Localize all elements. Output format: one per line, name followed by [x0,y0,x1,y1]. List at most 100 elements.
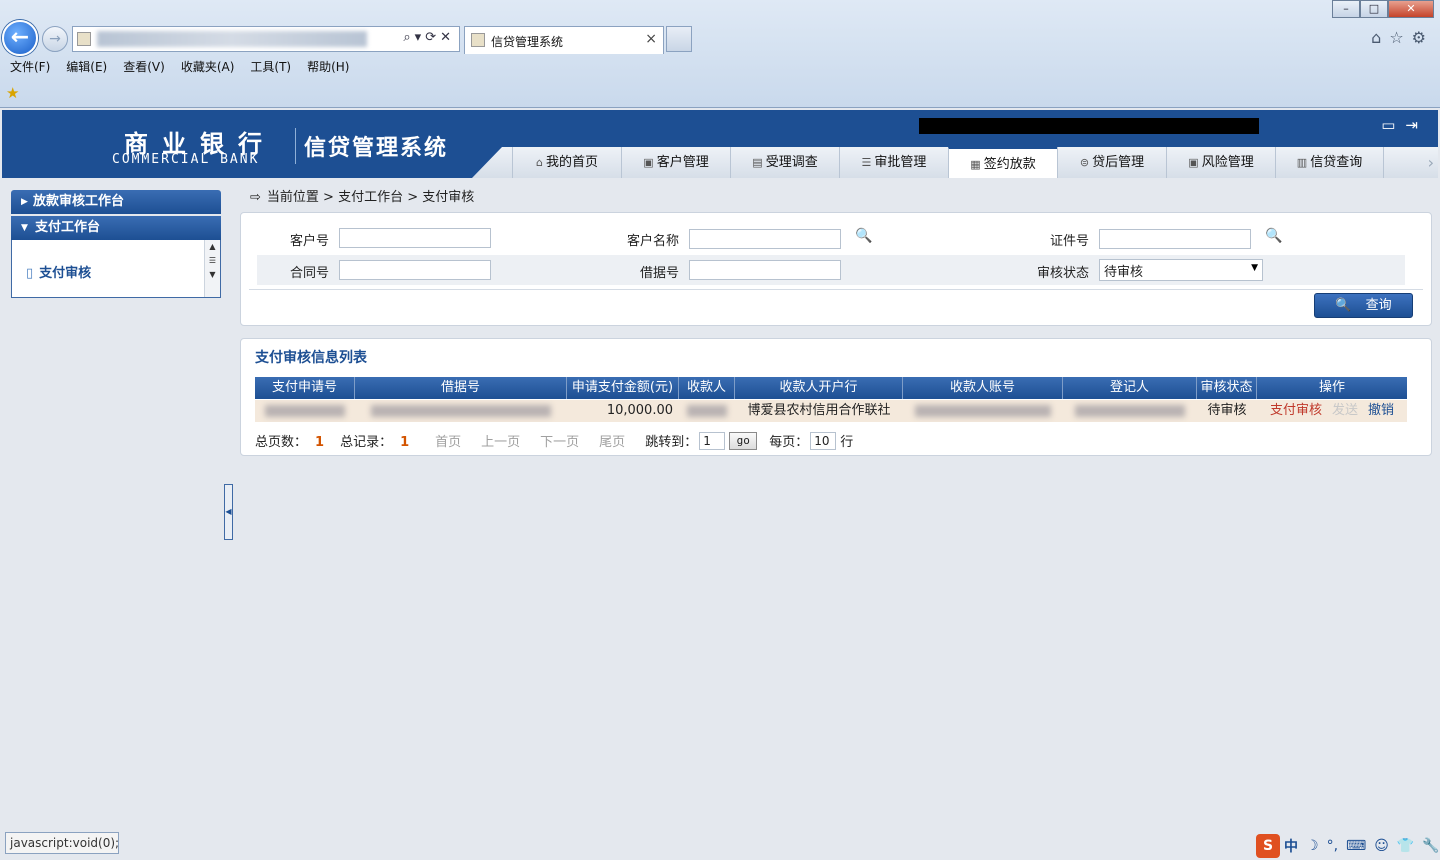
forward-button[interactable]: → [42,26,68,52]
ime-toolbar: S 中 ☽ °, ⌨ ☺ 👕 🔧 [1256,834,1440,858]
punctuation-icon[interactable]: °, [1327,838,1338,854]
query-icon: ▥ [1296,156,1308,169]
col-status: 审核状态 [1197,377,1257,399]
menu-view[interactable]: 查看(V) [123,58,165,78]
customer-no-label: 客户号 [289,234,329,249]
sogou-ime-icon[interactable]: S [1256,834,1280,858]
favorites-bar-icon[interactable]: ★ [6,84,19,102]
user-icon[interactable]: ☺ [1374,838,1389,854]
nav-signing-label: 签约放款 [983,157,1036,172]
nav-postloan[interactable]: ⊜ 贷后管理 [1057,147,1166,178]
first-page-link[interactable]: 首页 [435,431,461,450]
new-tab-button[interactable] [666,26,692,52]
redacted-user-info [919,118,1259,134]
prev-page-link[interactable]: 上一页 [481,431,520,450]
nav-query-label: 信贷查询 [1310,155,1363,170]
nav-scroll-right-icon[interactable]: › [1428,153,1434,172]
address-bar[interactable]: ⌕▾⟳✕ [72,26,460,52]
home-icon: ⌂ [536,156,543,169]
go-button[interactable]: go [729,431,758,450]
col-amount: 申请支付金额(元) [567,377,679,399]
shirt-icon[interactable]: 👕 [1397,838,1414,854]
favorites-star-icon[interactable]: ☆ [1389,28,1411,47]
pager: 总页数： 1 总记录： 1 首页 上一页 下一页 尾页 跳转到： 1 go 每页： … [255,431,861,450]
cell-payee-bank: 博爱县农村信用合作联社 [747,403,891,418]
nav-postloan-label: 贷后管理 [1092,155,1145,170]
col-loan-no: 借据号 [355,377,567,399]
next-page-link[interactable]: 下一页 [540,431,579,450]
sidebar-scrollbar[interactable]: ▲ ☰ ▼ [204,240,220,297]
wrench-icon[interactable]: 🔧 [1422,838,1439,854]
page-favicon-icon [77,32,91,46]
id-no-label: 证件号 [1049,234,1089,249]
action-review-link[interactable]: 支付审核 [1270,403,1322,418]
search-customer-icon[interactable]: 🔍 [855,228,872,244]
home-icon[interactable]: ⌂ [1371,28,1389,47]
redacted-value [1075,404,1185,417]
gear-icon[interactable]: ⚙ [1412,28,1434,47]
close-window-button[interactable]: ✕ [1388,0,1434,18]
nav-customer[interactable]: ▣ 客户管理 [621,147,730,178]
nav-home-label: 我的首页 [545,155,598,170]
nav-risk[interactable]: ▣ 风险管理 [1166,147,1275,178]
customer-no-input[interactable] [339,228,491,248]
keyboard-icon[interactable]: ⌨ [1346,838,1366,854]
sidebar-item-payment-review[interactable]: ▯ 支付审核 [26,262,91,281]
sidebar-group-payment[interactable]: ▼ 支付工作台 [11,216,221,240]
search-panel: 客户号 客户名称 🔍 证件号 🔍 合同号 借据号 审核状态 待审核 ▼ 🔍 查询 [240,212,1432,326]
sidebar-group-loan-review-label: 放款审核工作台 [33,194,125,209]
moon-icon[interactable]: ☽ [1306,838,1319,854]
action-cancel-link[interactable]: 撤销 [1368,403,1394,418]
nav-customer-label: 客户管理 [656,155,709,170]
back-button[interactable]: ← [2,20,38,56]
maximize-button[interactable]: □ [1360,0,1388,18]
nav-signing[interactable]: ▦ 签约放款 [948,147,1057,178]
contract-no-label: 合同号 [289,266,329,281]
action-send-link[interactable]: 发送 [1332,403,1358,418]
nav-query[interactable]: ▥ 信贷查询 [1275,147,1384,178]
cell-registrar [1063,400,1197,422]
per-page-label: 每页： [769,435,809,450]
tab-close-icon[interactable]: × [645,31,657,47]
contract-no-input[interactable] [339,260,491,280]
sidebar-group-payment-label: 支付工作台 [35,220,101,235]
sidebar-panel: ▯ 支付审核 ▲ ☰ ▼ [11,240,221,298]
query-button-label: 查询 [1365,298,1392,313]
address-tools-icons[interactable]: ⌕▾⟳✕ [403,30,455,45]
nav-approval[interactable]: ☰ 审批管理 [839,147,948,178]
menu-edit[interactable]: 编辑(E) [66,58,107,78]
list-panel: 支付审核信息列表 支付申请号 借据号 申请支付金额(元) 收款人 收款人开户行 … [240,338,1432,456]
total-records-label: 总记录： [340,435,393,450]
menu-help[interactable]: 帮助(H) [307,58,349,78]
minimize-button[interactable]: – [1332,0,1360,18]
logout-icon[interactable]: ⇥ [1405,116,1428,134]
chevron-down-icon: ▼ [1251,263,1258,273]
menu-tools[interactable]: 工具(T) [250,58,291,78]
monitor-icon[interactable]: ▭ [1381,116,1405,134]
browser-tab[interactable]: 信贷管理系统 × [464,26,664,54]
per-page-unit: 行 [840,435,854,450]
table-row: 10,000.00 博爱县农村信用合作联社 待审核 支付审核 发送 撤销 [255,400,1407,422]
risk-icon: ▣ [1188,156,1199,169]
per-page-input[interactable]: 10 [810,431,837,450]
menu-file[interactable]: 文件(F) [10,58,50,78]
table-header: 支付申请号 借据号 申请支付金额(元) 收款人 收款人开户行 收款人账号 登记人… [255,377,1407,399]
menu-favorites[interactable]: 收藏夹(A) [181,58,235,78]
nav-survey[interactable]: ▤ 受理调查 [730,147,839,178]
sidebar-group-loan-review[interactable]: ▶ 放款审核工作台 [11,190,221,214]
cell-payee-account [903,400,1063,422]
nav-home[interactable]: ⌂ 我的首页 [512,147,621,178]
id-no-input[interactable] [1099,229,1251,249]
customer-name-input[interactable] [689,229,841,249]
search-icon: 🔍 [1335,298,1352,313]
collapse-arrow-icon: ▼ [21,223,28,233]
ime-lang[interactable]: 中 [1284,836,1298,856]
menu-bar: 文件(F) 编辑(E) 查看(V) 收藏夹(A) 工具(T) 帮助(H) [0,58,1440,78]
loan-no-input[interactable] [689,260,841,280]
last-page-link[interactable]: 尾页 [599,431,625,450]
jump-page-input[interactable]: 1 [699,431,726,450]
query-button[interactable]: 🔍 查询 [1314,293,1413,318]
review-status-select[interactable]: 待审核 ▼ [1099,259,1263,281]
sidebar-collapse-handle[interactable]: ◀ [224,484,233,540]
search-id-icon[interactable]: 🔍 [1265,228,1282,244]
